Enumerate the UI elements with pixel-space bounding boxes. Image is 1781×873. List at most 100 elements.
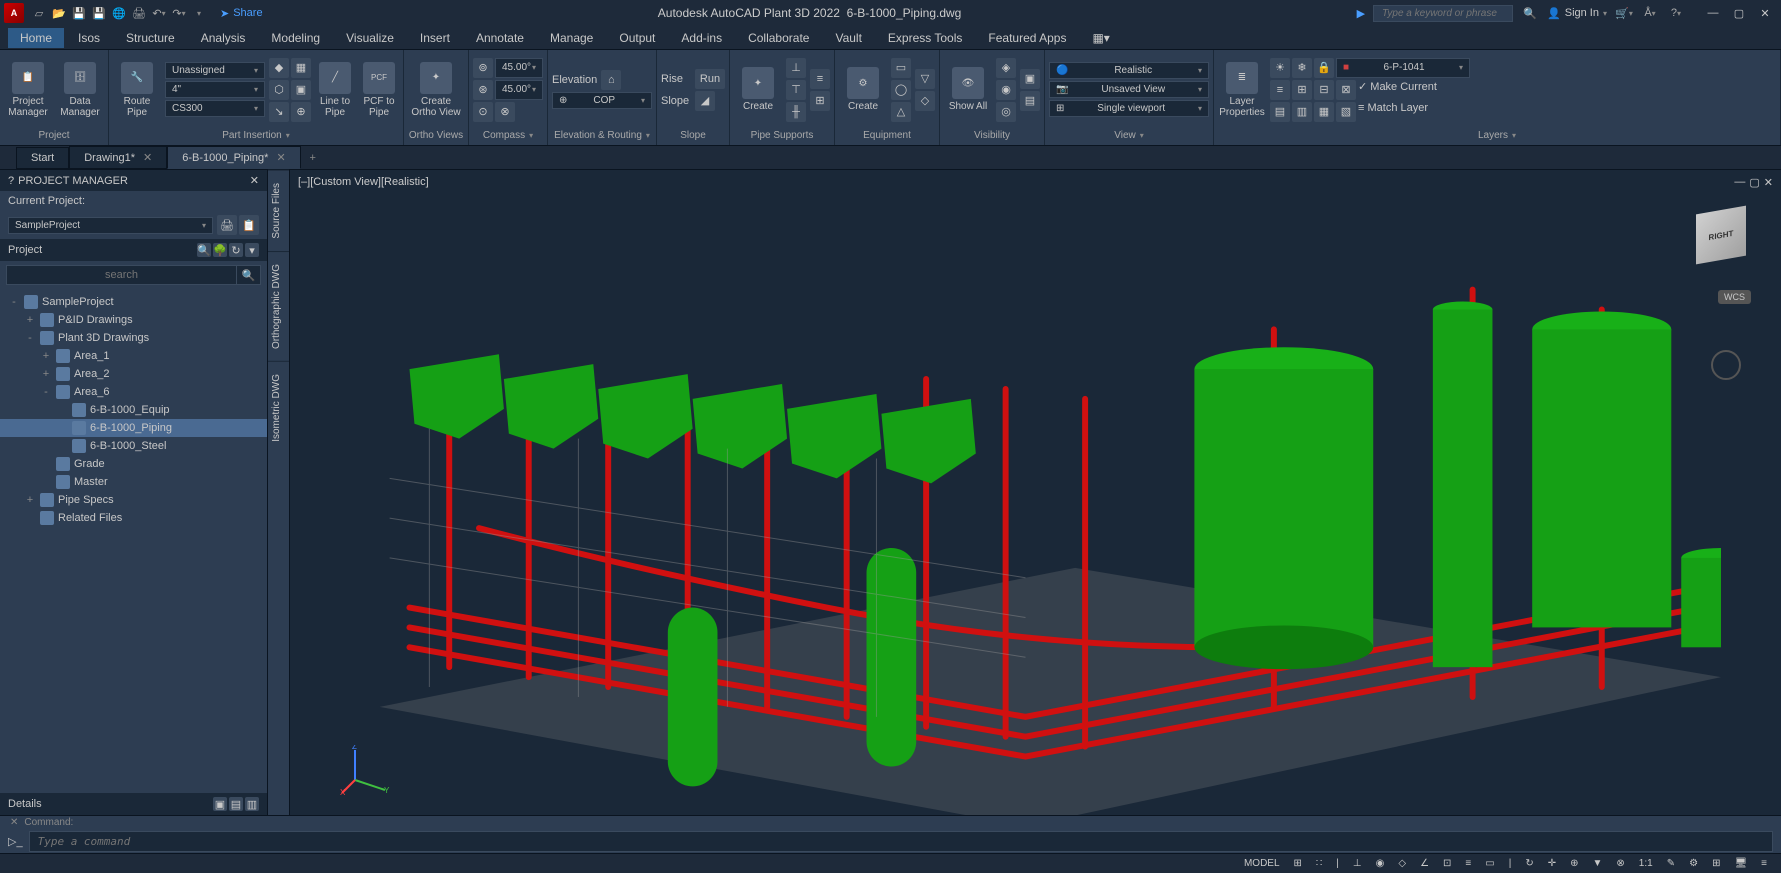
close-icon[interactable]: ✕ xyxy=(276,151,285,164)
run-button[interactable]: Run xyxy=(695,69,725,89)
viewport-combo[interactable]: ⊞ Single viewport▾ xyxy=(1049,100,1209,117)
add-tab-button[interactable]: + xyxy=(301,152,325,164)
size-combo[interactable]: 4"▾ xyxy=(165,81,265,98)
filter-icon[interactable]: ▼ xyxy=(1587,856,1609,871)
wcs-badge[interactable]: WCS xyxy=(1718,290,1751,304)
menu-tab-structure[interactable]: Structure xyxy=(114,28,187,48)
search-input[interactable] xyxy=(1373,5,1513,22)
trans-icon[interactable]: ▭ xyxy=(1479,856,1500,871)
signin-button[interactable]: 👤 Sign In ▾ xyxy=(1547,7,1607,20)
autodesk-icon[interactable]: Å▾ xyxy=(1641,4,1659,22)
menu-tab-visualize[interactable]: Visualize xyxy=(334,28,406,48)
viewport[interactable]: [–][Custom View][Realistic] — ▢ ✕ RIGHT … xyxy=(290,170,1781,815)
anno-icon[interactable]: ✎ xyxy=(1661,856,1681,871)
details-icon-1[interactable]: ▣ xyxy=(213,797,227,811)
panel-title-part-insertion[interactable]: Part Insertion ▾ xyxy=(113,127,399,143)
equip-tool-1[interactable]: ▭ xyxy=(891,58,911,78)
equip-tool-4[interactable]: ▽ xyxy=(915,69,935,89)
menu-tab-output[interactable]: Output xyxy=(607,28,667,48)
model-button[interactable]: MODEL xyxy=(1238,856,1286,871)
layer-tool-4[interactable]: ⊠ xyxy=(1336,80,1356,100)
equip-tool-5[interactable]: ◇ xyxy=(915,91,935,111)
menu-tab-home[interactable]: Home xyxy=(8,28,64,48)
tool-icon-1[interactable]: ◆ xyxy=(269,58,289,78)
cmd-handle-icon[interactable]: ✕ xyxy=(10,817,18,828)
angle2-combo[interactable]: 45.00°▾ xyxy=(495,80,543,100)
vis-tool-4[interactable]: ▣ xyxy=(1020,69,1040,89)
collapse-icon[interactable]: - xyxy=(8,296,20,308)
details-bar[interactable]: Details ▣▤▥ xyxy=(0,793,267,815)
saved-view-combo[interactable]: 📷 Unsaved View▾ xyxy=(1049,81,1209,98)
details-icon-3[interactable]: ▥ xyxy=(245,797,259,811)
help-icon[interactable]: ?▾ xyxy=(1667,4,1685,22)
open-icon[interactable]: 📂 xyxy=(50,4,68,22)
side-tab-isometric-dwg[interactable]: Isometric DWG xyxy=(268,361,289,454)
web-icon[interactable]: 🌐 xyxy=(110,4,128,22)
new-icon[interactable]: ▱ xyxy=(30,4,48,22)
close-button[interactable]: ✕ xyxy=(1753,3,1777,23)
lweight-icon[interactable]: ≡ xyxy=(1459,856,1477,871)
layer-tool-2[interactable]: ⊞ xyxy=(1292,80,1312,100)
equip-tool-3[interactable]: △ xyxy=(891,102,911,122)
tree-search-button[interactable]: 🔍 xyxy=(237,265,261,285)
current-layer-combo[interactable]: ■ 6-P-1041▾ xyxy=(1336,58,1470,78)
vis-tool-2[interactable]: ◉ xyxy=(996,80,1016,100)
ribbon-overflow-icon[interactable]: ▦▾ xyxy=(1080,28,1121,48)
cart-icon[interactable]: 🛒▾ xyxy=(1615,4,1633,22)
tool-icon-4[interactable]: ▣ xyxy=(291,80,311,100)
create-support-button[interactable]: ✦Create xyxy=(734,54,782,126)
tree-item[interactable]: +Area_1 xyxy=(0,347,267,365)
menu-tab-manage[interactable]: Manage xyxy=(538,28,605,48)
otrack-icon[interactable]: ⊡ xyxy=(1437,856,1457,871)
menu-tab-modeling[interactable]: Modeling xyxy=(259,28,332,48)
proj-tree-icon[interactable]: 🌳 xyxy=(213,243,227,257)
gizmo-icon[interactable]: ⊗ xyxy=(1610,856,1630,871)
pm-icon-1[interactable]: 🖨 xyxy=(217,215,237,235)
gear-icon[interactable]: ⚙ xyxy=(1683,856,1704,871)
tree-item[interactable]: -Area_6 xyxy=(0,383,267,401)
command-input[interactable] xyxy=(29,831,1773,852)
iso-icon[interactable]: ◇ xyxy=(1392,856,1412,871)
maximize-button[interactable]: ▢ xyxy=(1727,3,1751,23)
doc-tab[interactable]: 6-B-1000_Piping*✕ xyxy=(167,146,300,169)
minimize-button[interactable]: — xyxy=(1701,3,1725,23)
layer-icon-sun[interactable]: ☀ xyxy=(1270,58,1290,78)
custom-icon[interactable]: ≡ xyxy=(1755,856,1773,871)
compass-icon-3[interactable]: ⊙ xyxy=(473,102,493,122)
visual-style-combo[interactable]: 🔵 Realistic▾ xyxy=(1049,62,1209,79)
cop-combo[interactable]: ⊕ COP▾ xyxy=(552,92,652,109)
panel-title-layers[interactable]: Layers ▾ xyxy=(1218,127,1776,143)
scale-button[interactable]: 1:1 xyxy=(1633,856,1659,871)
tool-icon-6[interactable]: ⊕ xyxy=(291,102,311,122)
plot-icon[interactable]: 🖨 xyxy=(130,4,148,22)
tree-item[interactable]: -SampleProject xyxy=(0,293,267,311)
close-icon[interactable]: ✕ xyxy=(250,174,259,187)
expand-icon[interactable]: + xyxy=(40,368,52,380)
layer-tool-7[interactable]: ▦ xyxy=(1314,102,1334,122)
undo-icon[interactable]: ↶▾ xyxy=(150,4,168,22)
vp-restore-icon[interactable]: ▢ xyxy=(1749,176,1759,189)
data-manager-button[interactable]: 🗄Data Manager xyxy=(56,54,104,126)
menu-tab-isos[interactable]: Isos xyxy=(66,28,112,48)
tool-icon-2[interactable]: ▦ xyxy=(291,58,311,78)
search-icon[interactable]: 🔍 xyxy=(1521,4,1539,22)
dyn-icon[interactable]: ⊕ xyxy=(1564,856,1584,871)
tool-icon-3[interactable]: ⬡ xyxy=(269,80,289,100)
vis-tool-1[interactable]: ◈ xyxy=(996,58,1016,78)
panel-title-elev-routing[interactable]: Elevation & Routing ▾ xyxy=(552,127,652,143)
viewport-label[interactable]: [–][Custom View][Realistic] xyxy=(298,176,429,188)
tree-item[interactable]: Related Files xyxy=(0,509,267,527)
show-all-button[interactable]: 👁Show All xyxy=(944,54,992,126)
grid-icon[interactable]: ⊞ xyxy=(1288,856,1308,871)
tree-item[interactable]: +Pipe Specs xyxy=(0,491,267,509)
info-icon[interactable]: ▶ xyxy=(1357,7,1365,20)
vp-close-icon[interactable]: ✕ xyxy=(1764,176,1773,189)
layer-properties-button[interactable]: ≣Layer Properties xyxy=(1218,54,1266,126)
line-to-pipe-button[interactable]: ╱Line to Pipe xyxy=(315,54,355,126)
workspace-icon[interactable]: ⊞ xyxy=(1706,856,1726,871)
menu-tab-annotate[interactable]: Annotate xyxy=(464,28,536,48)
current-project-combo[interactable]: SampleProject▾ xyxy=(8,217,213,234)
vis-tool-5[interactable]: ▤ xyxy=(1020,91,1040,111)
save-icon[interactable]: 💾 xyxy=(70,4,88,22)
share-button[interactable]: ➤ Share xyxy=(220,7,263,20)
